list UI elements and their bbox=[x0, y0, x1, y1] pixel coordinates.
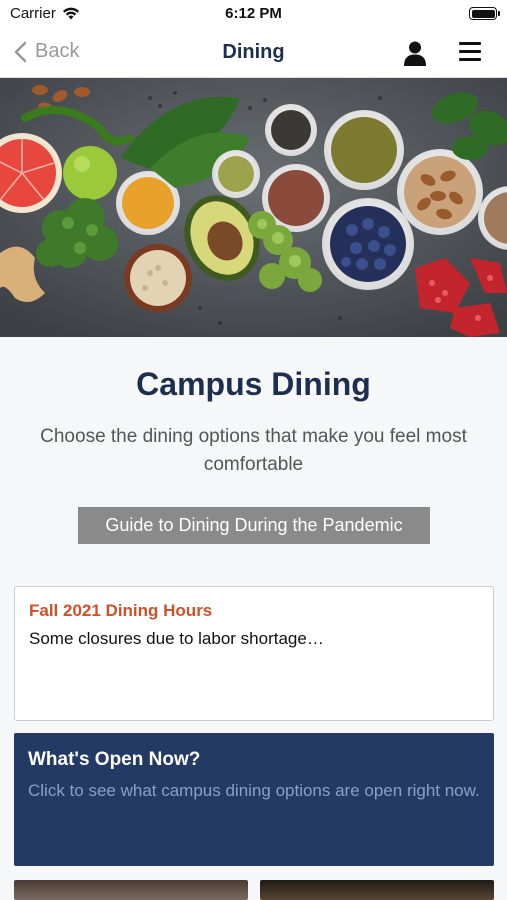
dining-location-thumbnail[interactable] bbox=[260, 880, 494, 900]
whats-open-title: What's Open Now? bbox=[28, 749, 201, 770]
hero-food-image bbox=[0, 78, 507, 337]
menu-icon[interactable] bbox=[459, 42, 481, 62]
dining-location-thumbnail[interactable] bbox=[14, 880, 248, 900]
page-title: Dining bbox=[222, 41, 285, 63]
section-title: Campus Dining bbox=[136, 366, 371, 402]
dining-hours-card[interactable]: Fall 2021 Dining Hours Some closures due… bbox=[14, 586, 494, 721]
battery-icon bbox=[469, 7, 500, 20]
food-photo bbox=[0, 78, 507, 337]
status-time: 6:12 PM bbox=[225, 5, 282, 22]
whats-open-now-card[interactable]: What's Open Now? Click to see what campu… bbox=[14, 733, 494, 866]
navigation-bar: Back Dining bbox=[0, 28, 507, 78]
section-subtitle: Choose the dining options that make you … bbox=[40, 426, 467, 475]
status-bar: Carrier 6:12 PM bbox=[0, 0, 507, 28]
dining-hours-text: Some closures due to labor shortage… bbox=[29, 629, 324, 648]
user-icon[interactable] bbox=[403, 40, 427, 66]
pandemic-guide-button[interactable]: Guide to Dining During the Pandemic bbox=[78, 507, 430, 544]
whats-open-text: Click to see what campus dining options … bbox=[28, 781, 480, 800]
dining-hours-title: Fall 2021 Dining Hours bbox=[29, 601, 213, 620]
